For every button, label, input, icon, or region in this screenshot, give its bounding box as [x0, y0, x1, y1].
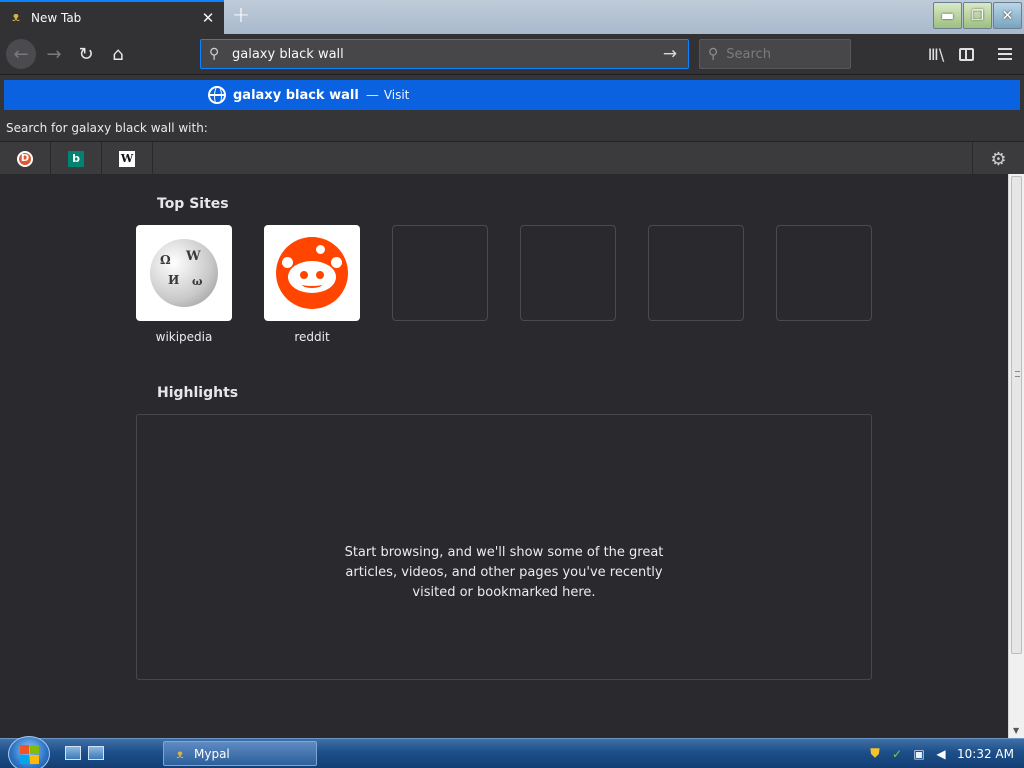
globe-icon — [208, 86, 226, 104]
suggestion-row[interactable]: galaxy black wall — Visit — [4, 80, 1020, 110]
engine-bing-button[interactable]: b — [51, 141, 102, 176]
taskbar-item-label: Mypal — [194, 746, 230, 761]
gear-icon: ⚙ — [990, 148, 1007, 170]
minimize-icon: ▬ — [940, 7, 955, 24]
reload-icon: ↻ — [78, 43, 94, 65]
top-site-tile-reddit[interactable] — [264, 225, 360, 321]
search-settings-button[interactable]: ⚙ — [972, 142, 1024, 176]
empty-top-site-slot[interactable] — [392, 225, 488, 321]
browser-window: { "tab": { "title": "New Tab", "favicon"… — [0, 0, 1024, 768]
wikipedia-icon: W — [119, 150, 135, 167]
highlights-heading: Highlights — [157, 385, 239, 401]
top-site-label: reddit — [294, 330, 330, 344]
taskbar: ᴥ Mypal ⛊ ✓ ▣ ◀ 10:32 AM — [0, 736, 1024, 768]
reload-button[interactable]: ↻ — [72, 40, 100, 68]
home-button[interactable]: ⌂ — [104, 40, 132, 68]
top-site-tile-wikipedia[interactable]: Ω W И ω — [136, 225, 232, 321]
highlights-message: Start browsing, and we'll show some of t… — [344, 545, 664, 600]
close-icon: ✕ — [1001, 7, 1014, 24]
navigation-toolbar: ← → ↻ ⌂ ⚲ → ⚲ Ⅲ\ — [0, 34, 1024, 74]
mypal-app-icon: ᴥ — [176, 746, 184, 761]
taskbar-item-mypal[interactable]: ᴥ Mypal — [163, 741, 317, 766]
taskbar-clock[interactable]: 10:32 AM — [957, 747, 1014, 761]
close-tab-icon[interactable]: ✕ — [200, 10, 216, 26]
action-center-flag-icon[interactable]: ✓ — [889, 746, 905, 762]
bat-icon: ᴥ — [12, 10, 20, 25]
sidebar-icon — [958, 47, 974, 61]
network-icon[interactable]: ▣ — [911, 746, 927, 762]
windows-logo-icon — [20, 745, 39, 764]
duckduckgo-icon: D — [17, 150, 33, 167]
tab-strip: ᴥ New Tab ✕ + ▬ ❐ ✕ — [0, 0, 1024, 34]
suggestion-title: galaxy black wall — [233, 87, 359, 103]
search-icon: ⚲ — [708, 46, 719, 62]
volume-muted-icon[interactable]: ◀ — [933, 746, 949, 762]
tab-new-tab[interactable]: ᴥ New Tab ✕ — [0, 0, 224, 34]
forward-arrow-icon: → — [46, 43, 62, 65]
go-arrow-icon[interactable]: → — [660, 44, 680, 64]
window-controls: ▬ ❐ ✕ — [932, 2, 1022, 30]
scrollbar-thumb[interactable] — [1011, 176, 1022, 654]
back-button[interactable]: ← — [6, 39, 36, 69]
url-autocomplete-popup: galaxy black wall — Visit Search for gal… — [0, 74, 1024, 176]
search-with-label: Search for galaxy black wall with: — [6, 121, 208, 135]
new-tab-button[interactable]: + — [228, 4, 254, 30]
search-input[interactable] — [726, 46, 837, 62]
highlights-empty-box: Start browsing, and we'll show some of t… — [136, 414, 872, 680]
engine-duckduckgo-button[interactable]: D — [0, 141, 51, 176]
top-sites-heading: Top Sites — [157, 196, 229, 212]
vertical-scrollbar[interactable]: ▼ — [1008, 174, 1024, 738]
back-arrow-icon: ← — [13, 43, 29, 65]
search-icon: ⚲ — [209, 46, 220, 62]
new-tab-page: Top Sites Ω W И ω wikipedia reddit Highl… — [0, 174, 1008, 738]
minimize-button[interactable]: ▬ — [933, 2, 962, 29]
tab-title: New Tab — [31, 11, 82, 25]
scroll-down-arrow-icon[interactable]: ▼ — [1013, 726, 1019, 735]
close-window-button[interactable]: ✕ — [993, 2, 1022, 29]
home-icon: ⌂ — [112, 43, 124, 65]
restore-icon: ❐ — [971, 7, 984, 24]
menu-button[interactable] — [991, 40, 1019, 68]
search-bar[interactable]: ⚲ — [699, 39, 851, 69]
search-engine-row: D b W ⚙ — [0, 141, 1024, 176]
hamburger-menu-icon — [998, 48, 1012, 60]
reddit-icon — [276, 237, 348, 309]
system-tray: ⛊ ✓ ▣ ◀ 10:32 AM — [861, 739, 1024, 768]
suggestion-action: Visit — [383, 88, 410, 102]
start-button[interactable] — [8, 736, 50, 768]
empty-top-site-slot[interactable] — [520, 225, 616, 321]
wikipedia-globe-icon: Ω W И ω — [150, 239, 218, 307]
url-bar[interactable]: ⚲ → — [200, 39, 689, 69]
maximize-button[interactable]: ❐ — [963, 2, 992, 29]
empty-top-site-slot[interactable] — [648, 225, 744, 321]
url-input[interactable] — [232, 46, 660, 62]
bing-icon: b — [68, 150, 84, 167]
top-site-label: wikipedia — [155, 330, 213, 344]
library-icon: Ⅲ\ — [927, 44, 945, 64]
library-button[interactable]: Ⅲ\ — [922, 40, 950, 68]
show-desktop-icon[interactable] — [65, 746, 81, 760]
scroll-grip-icon — [1015, 371, 1020, 377]
suggestion-separator: — — [365, 87, 379, 103]
engine-wikipedia-button[interactable]: W — [102, 141, 153, 176]
switch-windows-icon[interactable] — [88, 746, 104, 760]
sidebar-button[interactable] — [952, 40, 980, 68]
forward-button[interactable]: → — [40, 40, 68, 68]
security-shield-icon[interactable]: ⛊ — [867, 746, 883, 762]
empty-top-site-slot[interactable] — [776, 225, 872, 321]
